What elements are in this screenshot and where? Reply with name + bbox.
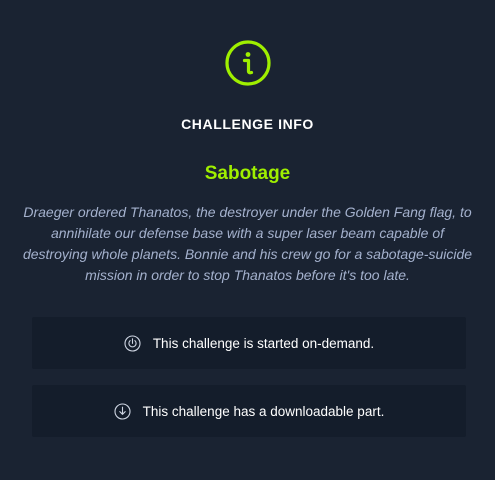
section-heading: CHALLENGE INFO <box>181 116 314 132</box>
on-demand-info-card: This challenge is started on-demand. <box>32 317 466 369</box>
challenge-info-panel: CHALLENGE INFO Sabotage Draeger ordered … <box>0 0 495 480</box>
download-icon <box>114 402 131 420</box>
downloadable-info-text: This challenge has a downloadable part. <box>142 403 385 419</box>
challenge-title: Sabotage <box>204 163 291 184</box>
challenge-description: Draeger ordered Thanatos, the destroyer … <box>22 204 473 283</box>
on-demand-info-text: This challenge is started on-demand. <box>152 335 375 351</box>
downloadable-info-card: This challenge has a downloadable part. <box>32 385 466 437</box>
info-circle-icon <box>224 39 272 87</box>
power-icon <box>124 334 141 352</box>
